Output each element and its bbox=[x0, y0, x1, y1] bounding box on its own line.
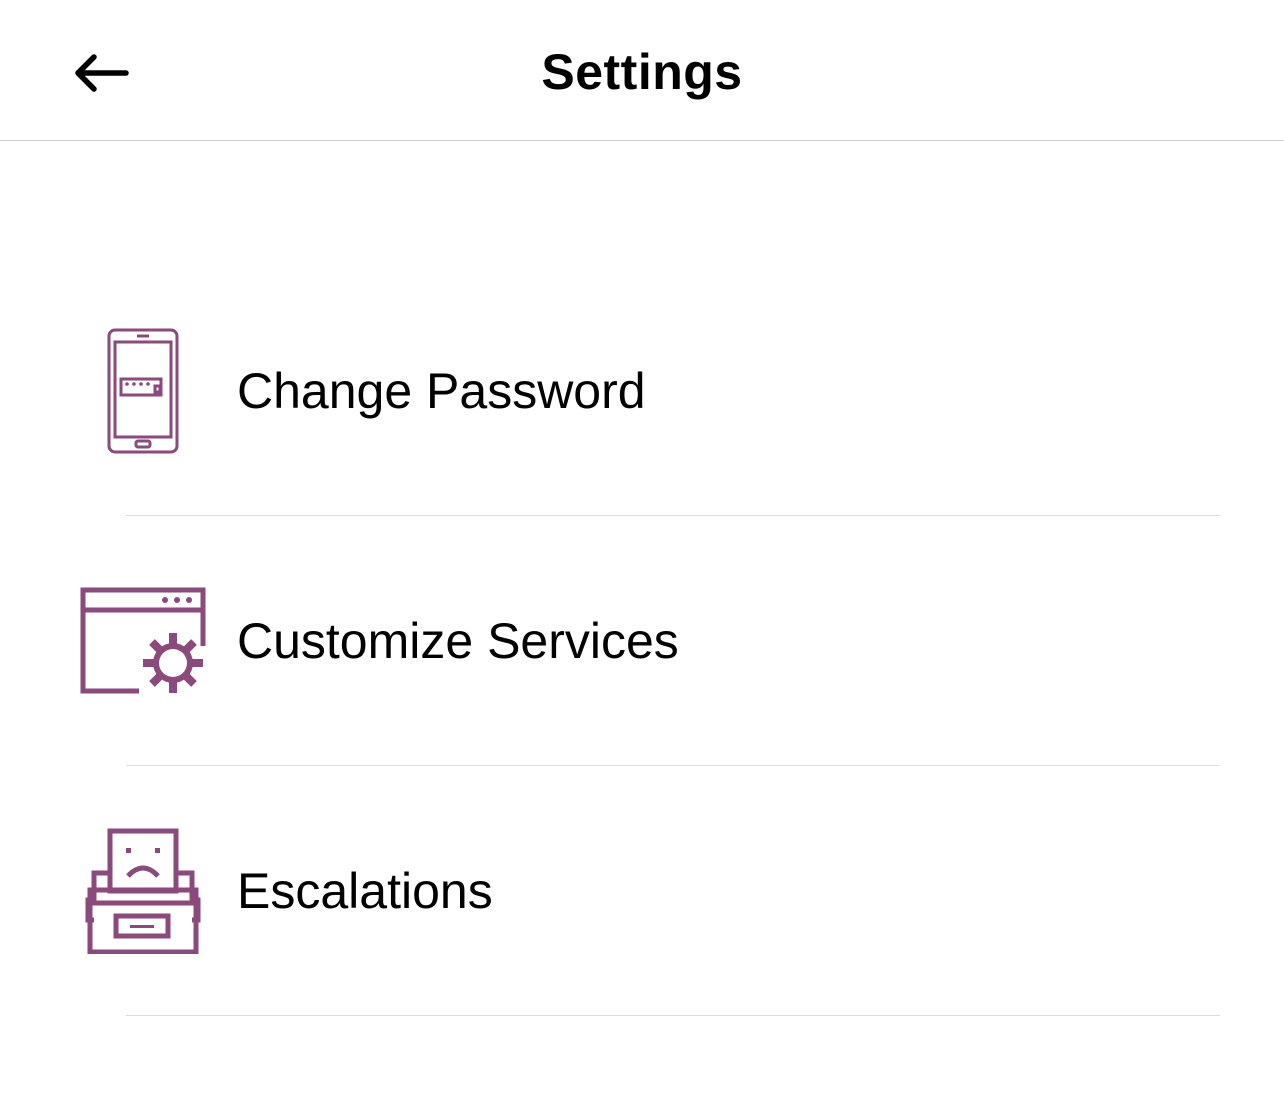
settings-item-customize-services[interactable]: Customize Services bbox=[0, 516, 1284, 766]
icon-container bbox=[78, 766, 208, 1016]
settings-item-escalations[interactable]: Escalations bbox=[0, 766, 1284, 1016]
settings-item-change-password[interactable]: Change Password bbox=[0, 266, 1284, 516]
divider bbox=[126, 1015, 1220, 1016]
page-title: Settings bbox=[541, 44, 743, 100]
settings-item-label: Change Password bbox=[237, 363, 646, 419]
settings-item-label: Escalations bbox=[237, 863, 493, 919]
settings-list: Change Password Customize Services Escal… bbox=[0, 266, 1284, 1016]
icon-container bbox=[78, 266, 208, 516]
sad-printer-icon bbox=[85, 828, 201, 954]
app-header: Settings bbox=[0, 0, 1284, 141]
phone-password-icon bbox=[107, 328, 179, 454]
window-gear-icon bbox=[80, 587, 206, 694]
icon-container bbox=[78, 516, 208, 766]
settings-item-label: Customize Services bbox=[237, 613, 679, 669]
